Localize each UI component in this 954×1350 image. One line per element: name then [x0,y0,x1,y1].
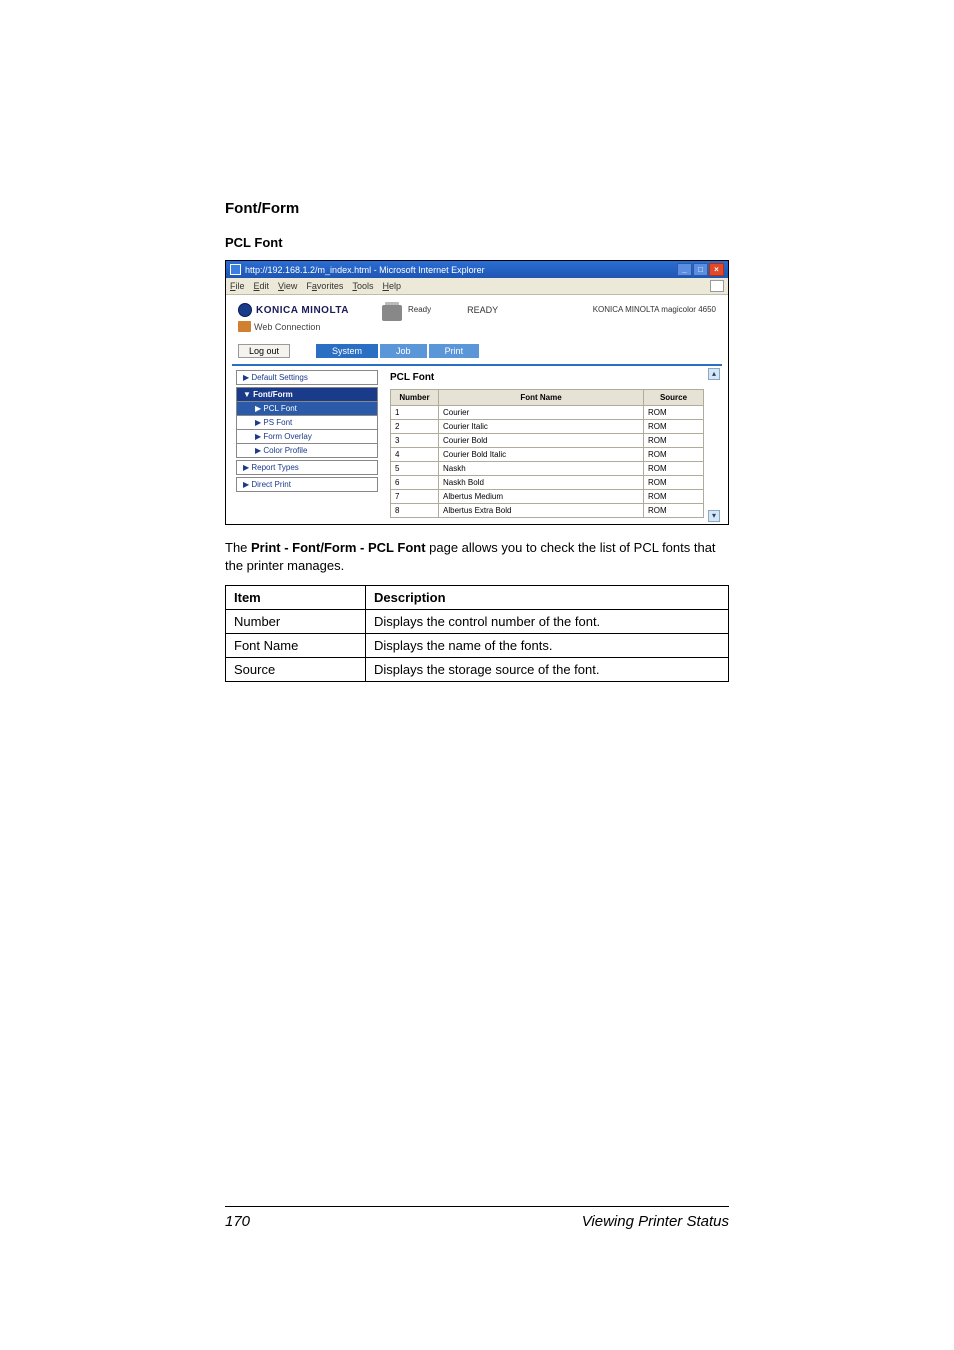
table-row: 8Albertus Extra BoldROM [391,504,704,518]
menu-edit[interactable]: Edit [254,281,270,291]
menu-favorites[interactable]: Favorites [306,281,343,291]
main-panel: PCL Font Number Font Name Source 1Courie… [382,366,722,524]
pagescope-icon [238,321,251,332]
windows-flag-icon [710,280,724,292]
panel-title: PCL Font [390,372,704,383]
page-header: KONICA MINOLTA Web Connection Ready READ… [232,301,722,344]
page-footer: 170 Viewing Printer Status [225,1206,729,1230]
menu-tools[interactable]: Tools [352,281,373,291]
status-text: READY [467,305,498,315]
table-row: 1CourierROM [391,406,704,420]
window-titlebar: http://192.168.1.2/m_index.html - Micros… [226,261,728,278]
description-table: Item Description Number Displays the con… [225,585,729,682]
table-row: 5NaskhROM [391,462,704,476]
table-row: Font Name Displays the name of the fonts… [226,634,729,658]
sidebar-item-font-form[interactable]: ▼ Font/Form [236,387,378,402]
table-row: 6Naskh BoldROM [391,476,704,490]
heading-font-form: Font/Form [225,200,729,217]
scroll-up-icon[interactable]: ▴ [708,368,720,380]
doc-col-item: Item [226,586,366,610]
minimize-button[interactable]: _ [677,263,692,276]
sidebar-item-report-types[interactable]: ▶ Report Types [236,460,378,475]
pagescope-logo: Web Connection [238,321,382,332]
printer-icon [382,305,402,321]
menu-help[interactable]: Help [382,281,401,291]
table-row: 4Courier Bold ItalicROM [391,448,704,462]
menubar: File Edit View Favorites Tools Help [226,278,728,295]
tab-job[interactable]: Job [380,344,427,358]
globe-icon [238,303,252,317]
menu-file[interactable]: File [230,281,245,291]
konica-minolta-logo: KONICA MINOLTA [238,303,382,317]
scroll-down-icon[interactable]: ▾ [708,510,720,522]
font-table: Number Font Name Source 1CourierROM 2Cou… [390,389,704,518]
device-name: KONICA MINOLTA magicolor 4650 [593,305,716,314]
sidebar-sub-color-profile[interactable]: ▶ Color Profile [236,444,378,458]
table-row: 3Courier BoldROM [391,434,704,448]
doc-col-description: Description [366,586,729,610]
ie-icon [230,264,241,275]
side-nav: ▶ Default Settings ▼ Font/Form ▶ PCL Fon… [232,366,382,524]
main-tabs: System Job Print [316,344,479,358]
col-header-number: Number [391,390,439,406]
tab-print[interactable]: Print [429,344,480,358]
description-paragraph: The Print - Font/Form - PCL Font page al… [225,539,729,575]
col-header-source: Source [644,390,704,406]
tab-system[interactable]: System [316,344,378,358]
window-title: http://192.168.1.2/m_index.html - Micros… [245,265,677,275]
sidebar-sub-form-overlay[interactable]: ▶ Form Overlay [236,430,378,444]
maximize-button[interactable]: □ [693,263,708,276]
close-button[interactable]: × [709,263,724,276]
section-title: Viewing Printer Status [582,1213,729,1230]
browser-screenshot: http://192.168.1.2/m_index.html - Micros… [225,260,729,525]
sidebar-item-default-settings[interactable]: ▶ Default Settings [236,370,378,385]
table-row: Source Displays the storage source of th… [226,658,729,682]
sidebar-sub-ps-font[interactable]: ▶ PS Font [236,416,378,430]
sidebar-item-direct-print[interactable]: ▶ Direct Print [236,477,378,492]
logout-button[interactable]: Log out [238,344,290,358]
status-label: Ready [408,305,431,314]
page-number: 170 [225,1213,250,1230]
table-row: 2Courier ItalicROM [391,420,704,434]
col-header-name: Font Name [439,390,644,406]
table-row: 7Albertus MediumROM [391,490,704,504]
heading-pcl-font: PCL Font [225,235,729,250]
table-row: Number Displays the control number of th… [226,610,729,634]
sidebar-sub-pcl-font[interactable]: ▶ PCL Font [236,402,378,416]
menu-view[interactable]: View [278,281,297,291]
